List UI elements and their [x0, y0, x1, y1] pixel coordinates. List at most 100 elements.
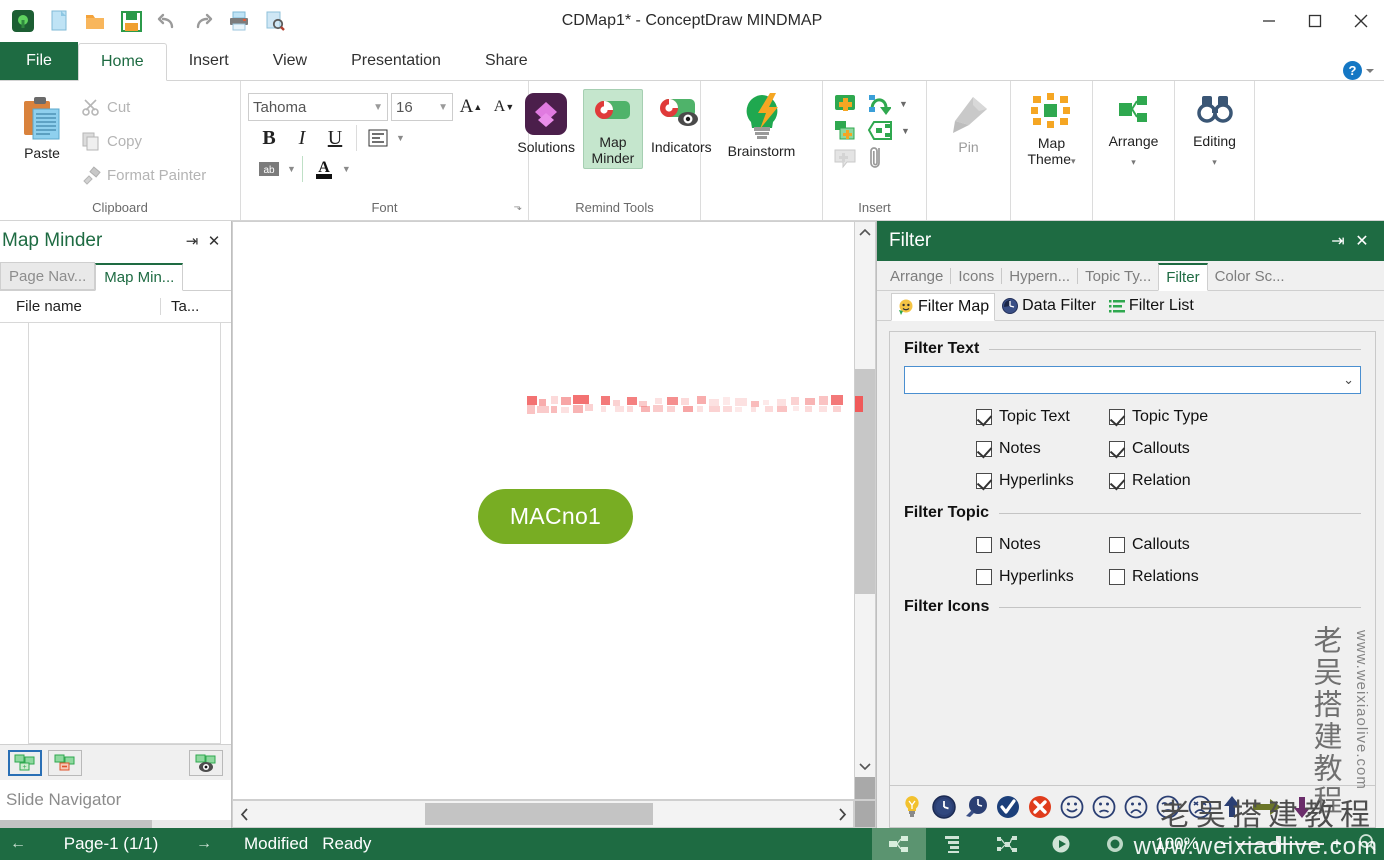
brainstorm-view-button[interactable]	[1088, 828, 1142, 860]
app-logo-icon[interactable]	[6, 5, 40, 37]
solutions-button[interactable]: Solutions	[511, 89, 581, 157]
tab-arrange[interactable]: Arrange	[883, 262, 950, 290]
text-highlight-button[interactable]: ab	[254, 155, 284, 183]
copy-button[interactable]: Copy	[77, 124, 210, 158]
brainstorm-button[interactable]: Brainstorm	[722, 89, 802, 161]
panel-tab-page-navigator[interactable]: Page Nav...	[0, 262, 96, 290]
paragraph-align-button[interactable]	[363, 124, 393, 152]
canvas-horizontal-scrollbar[interactable]	[232, 800, 854, 828]
redo-icon[interactable]	[186, 5, 220, 37]
checkbox-topic-type[interactable]: Topic Type	[1109, 408, 1242, 426]
vertical-scroll-track[interactable]	[855, 244, 875, 755]
checkbox-hyperlinks-topic[interactable]: Hyperlinks	[976, 568, 1109, 586]
add-subtopic-icon[interactable]	[833, 118, 859, 144]
checkbox-box[interactable]	[976, 569, 992, 585]
chevron-down-icon[interactable]: ▾	[1212, 157, 1217, 168]
arrow-down-icon[interactable]	[1286, 791, 1318, 823]
font-dialog-launcher[interactable]: ⬎	[514, 198, 522, 218]
maximize-button[interactable]	[1292, 0, 1338, 42]
next-page-button[interactable]: →	[186, 835, 222, 853]
checkbox-box[interactable]	[1109, 409, 1125, 425]
chevron-down-icon[interactable]: ⌄	[1343, 372, 1354, 388]
format-painter-button[interactable]: Format Painter	[77, 158, 210, 192]
print-preview-icon[interactable]	[258, 5, 292, 37]
bold-button[interactable]: B	[254, 124, 284, 152]
minimize-button[interactable]	[1246, 0, 1292, 42]
paste-button[interactable]: Paste	[7, 89, 77, 163]
slide-navigator-scroll-thumb[interactable]	[0, 820, 152, 828]
mind-map-canvas[interactable]: MACno1	[232, 221, 854, 800]
close-button[interactable]	[1338, 0, 1384, 42]
checkbox-callouts-topic[interactable]: Callouts	[1109, 536, 1242, 554]
magnifier-clock-icon[interactable]	[960, 791, 992, 823]
font-size-select[interactable]: 16 ▼	[391, 93, 453, 121]
pin-panel-icon[interactable]: ⇥	[181, 230, 203, 252]
column-header-task[interactable]: Ta...	[160, 298, 231, 315]
tab-icons[interactable]: Icons	[951, 262, 1001, 290]
checkbox-box[interactable]	[976, 409, 992, 425]
chevron-down-icon[interactable]	[1366, 68, 1374, 73]
checkbox-box[interactable]	[1109, 537, 1125, 553]
add-topic-icon[interactable]	[833, 91, 859, 117]
outline-view-button[interactable]	[926, 828, 980, 860]
checkbox-relations-topic[interactable]: Relations	[1109, 568, 1242, 586]
open-folder-icon[interactable]	[78, 5, 112, 37]
checkbox-box[interactable]	[1109, 473, 1125, 489]
slide-navigator-scrollbar[interactable]	[0, 820, 231, 828]
grow-font-button[interactable]: A ▲	[456, 93, 486, 121]
map-minder-list[interactable]	[0, 323, 231, 744]
checkbox-topic-text[interactable]: Topic Text	[976, 408, 1109, 426]
font-color-button[interactable]: A	[309, 155, 339, 183]
pin-panel-icon[interactable]: ⇥	[1326, 231, 1350, 251]
scroll-right-icon[interactable]	[831, 801, 853, 827]
tree-view-button[interactable]	[980, 828, 1034, 860]
tab-topic-type[interactable]: Topic Ty...	[1078, 262, 1158, 290]
add-boundary-icon[interactable]	[867, 118, 893, 144]
map-minder-list-box[interactable]	[28, 323, 221, 744]
chevron-down-icon[interactable]: ▼	[287, 164, 296, 174]
arrow-right-icon[interactable]	[1248, 791, 1286, 823]
arrange-button[interactable]: Arrange ▾	[1103, 89, 1165, 170]
presentation-view-button[interactable]	[1034, 828, 1088, 860]
map-theme-button[interactable]: Map Theme▾	[1021, 89, 1081, 171]
tab-presentation[interactable]: Presentation	[329, 42, 463, 80]
arrow-up-icon[interactable]	[1216, 791, 1248, 823]
checkbox-notes-topic[interactable]: Notes	[976, 536, 1109, 554]
checkbox-box[interactable]	[1109, 569, 1125, 585]
editing-button[interactable]: Editing ▾	[1187, 89, 1242, 170]
subtab-filter-list[interactable]: Filter List	[1102, 292, 1200, 320]
clock-icon[interactable]	[928, 791, 960, 823]
add-map-button[interactable]: +	[8, 749, 42, 776]
zoom-out-button[interactable]: −	[1212, 834, 1238, 854]
tab-home[interactable]: Home	[78, 43, 167, 81]
chevron-down-icon[interactable]: ▼	[899, 99, 908, 109]
smiley-happy-icon[interactable]	[1056, 791, 1088, 823]
chevron-down-icon[interactable]: ▼	[438, 102, 448, 113]
map-minder-button[interactable]: Map Minder	[582, 89, 643, 169]
save-icon[interactable]	[114, 5, 148, 37]
mind-map-root-topic[interactable]: MACno1	[478, 489, 633, 544]
tab-share[interactable]: Share	[463, 42, 550, 80]
chevron-down-icon[interactable]: ▼	[373, 102, 383, 113]
new-document-icon[interactable]	[42, 5, 76, 37]
underline-button[interactable]: U	[320, 124, 350, 152]
subtab-data-filter[interactable]: Data Filter	[995, 292, 1102, 320]
checkmark-circle-icon[interactable]	[992, 791, 1024, 823]
add-callout-icon[interactable]	[833, 146, 859, 170]
scroll-down-icon[interactable]	[855, 755, 875, 777]
attachment-icon[interactable]	[869, 145, 885, 171]
help-icon[interactable]: ?	[1343, 61, 1362, 80]
add-relation-icon[interactable]	[867, 91, 891, 117]
prev-page-button[interactable]: ←	[0, 835, 36, 853]
chevron-down-icon[interactable]: ▼	[342, 164, 351, 174]
smiley-worried-icon[interactable]	[1152, 791, 1184, 823]
tab-hyperlinks[interactable]: Hypern...	[1002, 262, 1077, 290]
font-family-select[interactable]: Tahoma ▼	[248, 93, 388, 121]
horizontal-scroll-track[interactable]	[255, 801, 831, 827]
column-header-file-name[interactable]: File name	[0, 298, 160, 315]
checkbox-hyperlinks-text[interactable]: Hyperlinks	[976, 472, 1109, 490]
lightbulb-icon[interactable]	[896, 791, 928, 823]
subtab-filter-map[interactable]: Filter Map	[891, 293, 996, 321]
zoom-level[interactable]: 100%	[1142, 834, 1212, 854]
close-panel-icon[interactable]: ✕	[203, 230, 225, 252]
